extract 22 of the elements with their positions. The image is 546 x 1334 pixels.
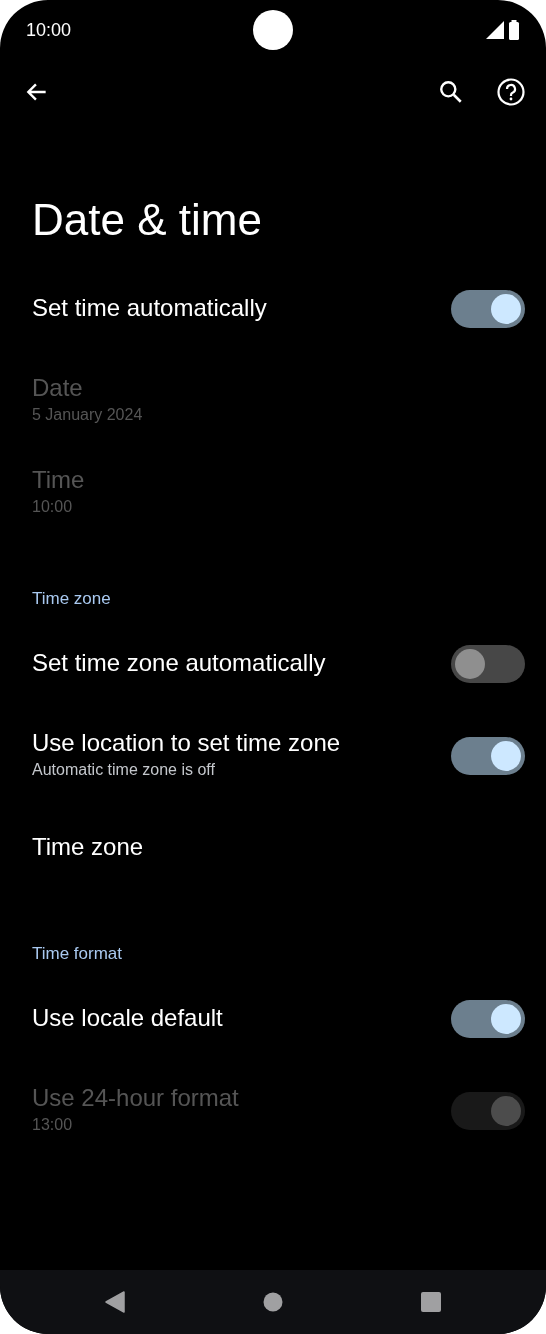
section-header: Time zone [32,588,111,611]
setting-title[interactable]: Set time automatically [32,294,451,324]
toggle-switch[interactable] [451,736,525,775]
camera-cutout [253,10,293,50]
setting-title[interactable]: Time zone [32,833,525,863]
setting-title[interactable]: Set time zone automatically [32,649,451,679]
setting-title[interactable]: Use location to set time zone [32,729,451,759]
signal-icon [486,21,504,39]
toggle-switch[interactable] [451,999,525,1038]
back-nav-icon[interactable] [105,1291,125,1313]
status-time: 10:00 [26,18,72,42]
page-title: Date & time [31,194,263,246]
setting-summary: Automatic time zone is off [32,760,216,781]
setting-summary: 5 January 2024 [32,405,144,426]
battery-icon [508,20,520,40]
toggle-switch[interactable] [451,644,525,683]
setting-summary: 10:00 [32,497,74,518]
home-nav-icon[interactable] [263,1292,283,1312]
toggle-switch[interactable] [451,289,525,328]
section-header: Time format [32,943,123,966]
setting-title[interactable]: Use locale default [32,1004,451,1034]
setting-summary: 13:00 [32,1115,74,1136]
